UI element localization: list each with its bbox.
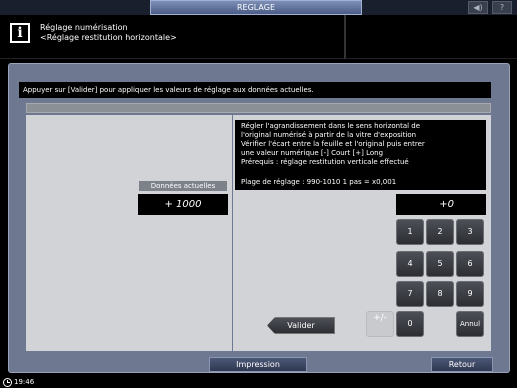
- plus-minus-key[interactable]: +/-: [366, 311, 394, 337]
- key-0[interactable]: 0: [396, 311, 424, 337]
- annul-button[interactable]: Annul: [456, 311, 484, 337]
- description-line: l'original numérisé à partir de la vitre…: [241, 131, 417, 139]
- key-5[interactable]: 5: [426, 251, 454, 277]
- key-2[interactable]: 2: [426, 219, 454, 245]
- impression-button[interactable]: Impression: [209, 357, 307, 372]
- key-8[interactable]: 8: [426, 281, 454, 307]
- key-3[interactable]: 3: [456, 219, 484, 245]
- header: i Réglage numérisation <Réglage restitut…: [0, 15, 517, 59]
- key-1[interactable]: 1: [396, 219, 424, 245]
- clock-time: 19:46: [14, 378, 35, 386]
- status-bar: [0, 376, 517, 388]
- header-divider: [344, 15, 346, 59]
- description-line: Vérifier l'écart entre la feuille et l'o…: [241, 140, 425, 148]
- description-line: Prérequis : réglage restitution vertical…: [241, 158, 409, 166]
- description-line: une valeur numérique [-] Court [+] Long: [241, 149, 384, 157]
- range-text: Plage de réglage : 990-1010 1 pas = x0,0…: [241, 178, 397, 186]
- key-4[interactable]: 4: [396, 251, 424, 277]
- tab-reglage[interactable]: REGLAGE: [150, 0, 362, 15]
- info-icon: i: [10, 23, 30, 43]
- instruction-text: Appuyer sur [Valider] pour appliquer les…: [19, 82, 491, 98]
- header-bar: [26, 103, 491, 113]
- key-9[interactable]: 9: [456, 281, 484, 307]
- clock-icon: [3, 378, 12, 387]
- description-line: Régler l'agrandissement dans le sens hor…: [241, 122, 421, 130]
- current-data-label: Données actuelles: [139, 181, 227, 191]
- page-subtitle: <Réglage restitution horizontale>: [40, 33, 177, 42]
- page-title: Réglage numérisation: [40, 23, 128, 32]
- entry-value-display: +0: [396, 194, 486, 215]
- key-6[interactable]: 6: [456, 251, 484, 277]
- valider-button[interactable]: Valider: [267, 317, 335, 334]
- retour-button[interactable]: Retour: [431, 357, 493, 372]
- key-7[interactable]: 7: [396, 281, 424, 307]
- left-pane: [26, 115, 232, 351]
- help-icon[interactable]: ?: [492, 1, 512, 14]
- sound-icon[interactable]: ◀): [468, 1, 488, 14]
- current-data-value: + 1000: [138, 194, 228, 215]
